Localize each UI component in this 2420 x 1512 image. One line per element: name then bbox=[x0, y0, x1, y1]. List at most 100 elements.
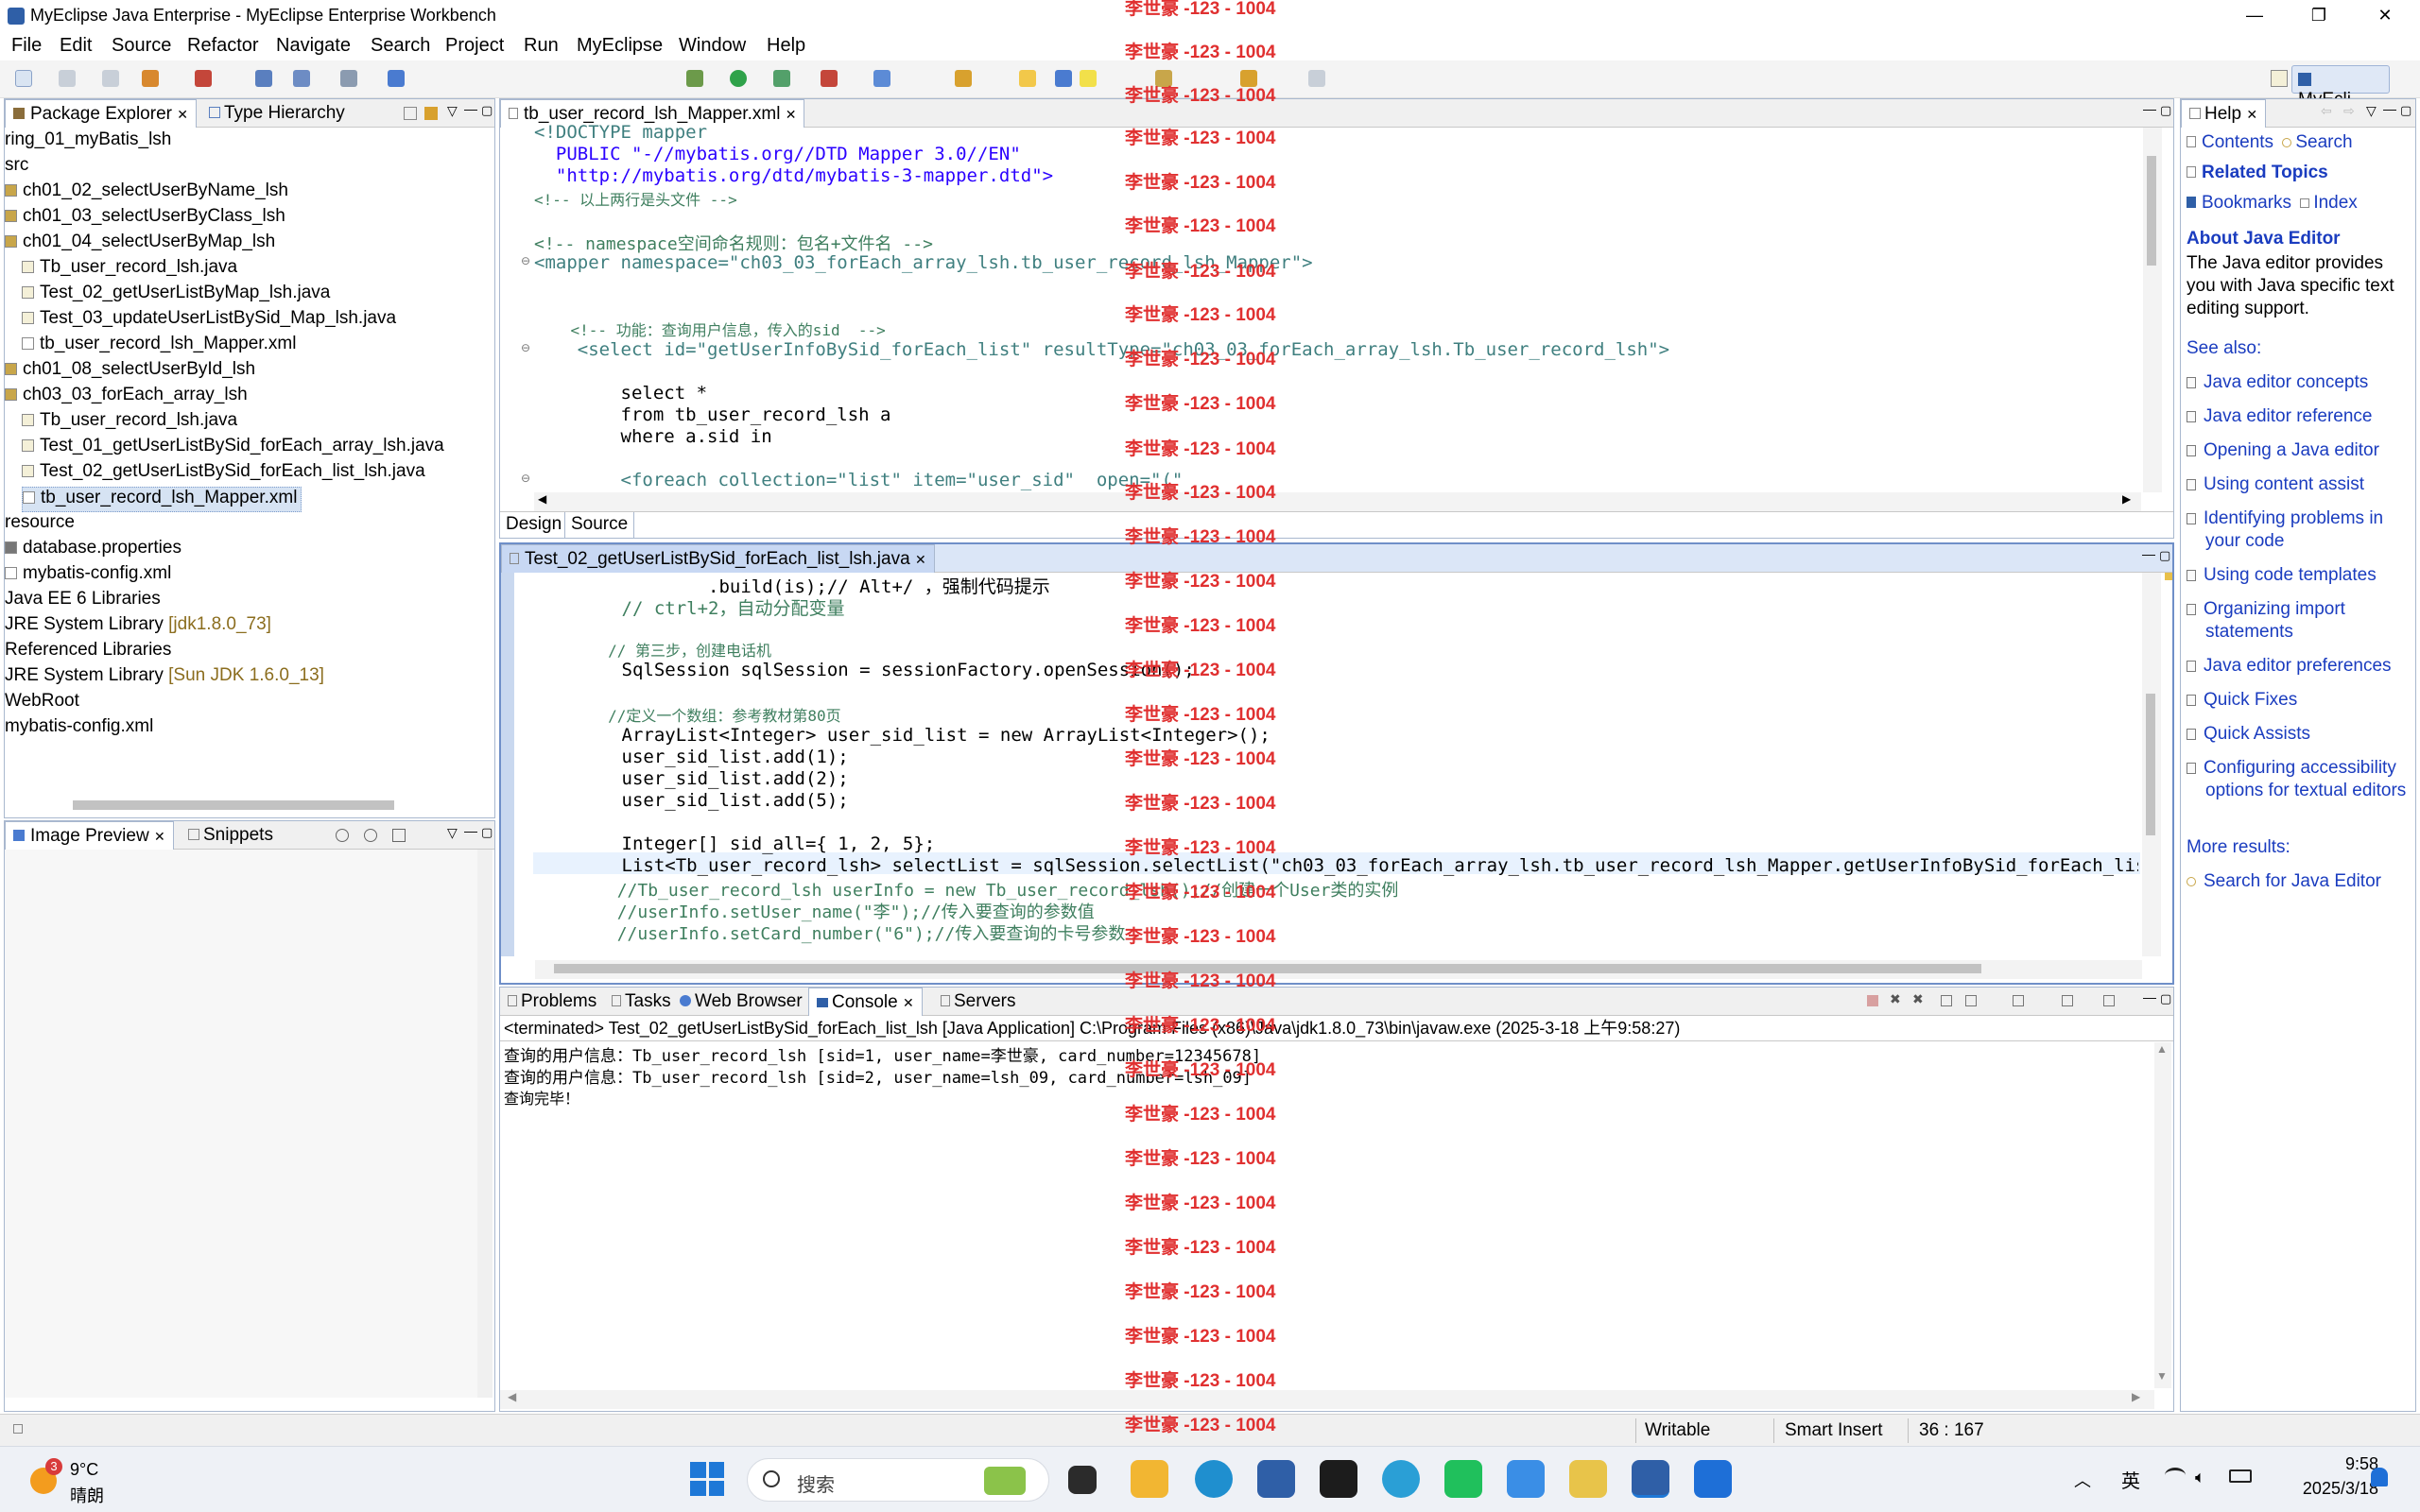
tree-java-file[interactable]: Tb_user_record_lsh.java bbox=[22, 257, 237, 283]
tree-package[interactable]: ch03_03_forEach_array_lsh bbox=[5, 385, 248, 410]
tree-file[interactable]: database.properties bbox=[5, 538, 182, 563]
scroll-down-icon[interactable]: ▼ bbox=[2156, 1369, 2168, 1383]
edge-icon[interactable] bbox=[1195, 1460, 1233, 1498]
run-external-icon[interactable] bbox=[773, 70, 790, 87]
display-console-icon[interactable] bbox=[2062, 995, 2073, 1006]
tree-xml-file[interactable]: mybatis-config.xml bbox=[5, 716, 153, 742]
tab-source[interactable]: Source bbox=[564, 512, 635, 539]
vertical-scrollbar[interactable] bbox=[2143, 128, 2162, 492]
tree-java-file[interactable]: Test_02_getUserListByMap_lsh.java bbox=[22, 283, 330, 308]
close-icon[interactable]: ✕ bbox=[177, 107, 188, 122]
volume-icon[interactable]: 🔈︎ bbox=[2195, 1468, 2205, 1487]
tab-image-preview[interactable]: Image Preview ✕ bbox=[5, 821, 174, 850]
scroll-thumb[interactable] bbox=[554, 964, 1981, 973]
tree-java-file[interactable]: Tb_user_record_lsh.java bbox=[22, 410, 237, 436]
tab-java-test[interactable]: Test_02_getUserListBySid_forEach_list_ls… bbox=[501, 544, 935, 573]
horizontal-scrollbar[interactable]: ◀ ▶ bbox=[534, 492, 2141, 511]
scroll-left-icon[interactable]: ◀ bbox=[508, 1390, 516, 1403]
new-icon[interactable] bbox=[15, 70, 32, 87]
scroll-up-icon[interactable]: ▲ bbox=[2156, 1042, 2168, 1056]
coverage-icon[interactable] bbox=[821, 70, 838, 87]
menu-source[interactable]: Source bbox=[112, 35, 171, 57]
help-link-item[interactable]: Using content assist bbox=[2187, 473, 2410, 496]
menu-file[interactable]: File bbox=[11, 35, 42, 57]
menu-refactor[interactable]: Refactor bbox=[187, 35, 259, 57]
horizontal-scrollbar[interactable]: ◀ ▶ bbox=[500, 1390, 2154, 1409]
view-menu-icon[interactable]: ▽ bbox=[447, 103, 458, 119]
horizontal-scrollbar[interactable] bbox=[535, 960, 2142, 979]
notification-bell-icon[interactable] bbox=[2371, 1468, 2388, 1486]
bookmarks-link[interactable]: Bookmarks bbox=[2202, 193, 2291, 213]
scroll-thumb[interactable] bbox=[2146, 694, 2155, 835]
remove-launch-icon[interactable]: ✖ bbox=[1890, 991, 1901, 1007]
menu-help[interactable]: Help bbox=[767, 35, 805, 57]
clear-console-icon[interactable] bbox=[1941, 995, 1952, 1006]
close-icon[interactable]: ✕ bbox=[915, 552, 926, 567]
tree-library[interactable]: JRE System Library [Sun JDK 1.6.0_13] bbox=[5, 665, 324, 691]
menu-edit[interactable]: Edit bbox=[60, 35, 92, 57]
clock-date[interactable]: 2025/3/18 bbox=[2278, 1479, 2378, 1499]
tree-project[interactable]: ring_01_myBatis_lsh bbox=[5, 129, 171, 155]
help-contents-link[interactable]: Contents bbox=[2202, 132, 2273, 152]
menu-search[interactable]: Search bbox=[371, 35, 430, 57]
search-for-link[interactable]: Search for Java Editor bbox=[2187, 870, 2381, 893]
help-link-item[interactable]: Java editor concepts bbox=[2187, 371, 2410, 394]
bookmark-icon[interactable] bbox=[293, 70, 310, 87]
fold-marker[interactable]: ⊖ bbox=[521, 472, 530, 485]
fold-marker[interactable]: ⊖ bbox=[521, 341, 530, 354]
view-menu-icon[interactable]: ▽ bbox=[447, 825, 458, 841]
new-console-icon[interactable] bbox=[2103, 995, 2115, 1006]
view-menu-icon[interactable]: ▽ bbox=[2366, 103, 2377, 119]
scroll-right-icon[interactable]: ▶ bbox=[2122, 492, 2131, 506]
tree-package[interactable]: ch01_04_selectUserByMap_lsh bbox=[5, 232, 275, 257]
collapse-all-icon[interactable] bbox=[404, 107, 417, 120]
battery-icon[interactable] bbox=[2229, 1469, 2252, 1483]
maximize-button[interactable]: ❐ bbox=[2286, 0, 2352, 32]
tree-java-file[interactable]: Test_03_updateUserListBySid_Map_lsh.java bbox=[22, 308, 396, 334]
edge-ai-icon[interactable] bbox=[1382, 1460, 1420, 1498]
close-icon[interactable]: ✕ bbox=[786, 107, 797, 122]
clock-time[interactable]: 9:58 bbox=[2322, 1454, 2378, 1474]
highlight-icon[interactable] bbox=[1080, 70, 1097, 87]
console-output[interactable]: 查询的用户信息：Tb_user_record_lsh [sid=1, user_… bbox=[504, 1042, 2111, 1383]
annotation-icon[interactable] bbox=[1055, 70, 1072, 87]
terminate-icon[interactable] bbox=[1867, 995, 1878, 1006]
back-icon[interactable] bbox=[1240, 70, 1257, 87]
minimize-view-icon[interactable]: — bbox=[464, 101, 477, 116]
help-link-item[interactable]: Organizing import statements bbox=[2187, 598, 2410, 644]
perspective-myeclipse[interactable]: MyEcli... bbox=[2291, 65, 2390, 110]
minimize-view-icon[interactable]: — bbox=[2383, 101, 2396, 116]
next-annotation-icon[interactable] bbox=[1155, 70, 1172, 87]
taskbar-search[interactable]: 搜索 bbox=[747, 1458, 1049, 1502]
tab-snippets[interactable]: Snippets bbox=[181, 821, 281, 850]
tree-library[interactable]: Referenced Libraries bbox=[5, 640, 171, 665]
minimize-view-icon[interactable]: — bbox=[2143, 101, 2156, 116]
forward-icon[interactable]: ⇨ bbox=[2343, 103, 2355, 119]
app-icon[interactable] bbox=[1320, 1460, 1357, 1498]
fold-marker[interactable]: ⊖ bbox=[521, 254, 530, 267]
menu-navigate[interactable]: Navigate bbox=[276, 35, 351, 57]
tab-help[interactable]: Help ✕ bbox=[2181, 99, 2267, 128]
task-view-icon[interactable] bbox=[1068, 1466, 1097, 1494]
tab-package-explorer[interactable]: Package Explorer ✕ bbox=[5, 99, 197, 128]
deploy-icon[interactable] bbox=[255, 70, 272, 87]
vertical-scrollbar[interactable]: ▲ ▼ bbox=[2154, 1042, 2171, 1388]
xml-code-area[interactable]: <!DOCTYPE mapper PUBLIC "-//mybatis.org/… bbox=[534, 122, 2132, 492]
help-link-item[interactable]: Using code templates bbox=[2187, 564, 2410, 587]
help-link-item[interactable]: Java editor reference bbox=[2187, 405, 2410, 428]
remove-all-icon[interactable]: ✖ bbox=[1912, 991, 1924, 1007]
start-button[interactable] bbox=[690, 1462, 724, 1496]
related-topics-link[interactable]: Related Topics bbox=[2202, 163, 2328, 182]
minimize-view-icon[interactable]: — bbox=[2143, 989, 2156, 1005]
tab-tasks[interactable]: Tasks bbox=[604, 988, 679, 1016]
search-tool-icon[interactable] bbox=[340, 70, 357, 87]
maximize-view-icon[interactable]: ▢ bbox=[2400, 103, 2411, 118]
minimize-button[interactable]: — bbox=[2221, 0, 2288, 32]
minimize-view-icon[interactable]: — bbox=[2142, 546, 2155, 561]
search-icon[interactable] bbox=[1019, 70, 1036, 87]
tree-java-file[interactable]: Test_02_getUserListBySid_forEach_list_ls… bbox=[22, 461, 425, 487]
zoom-out-icon[interactable] bbox=[364, 829, 377, 842]
security-icon[interactable] bbox=[1694, 1460, 1732, 1498]
tree-package[interactable]: ch01_02_selectUserByName_lsh bbox=[5, 180, 288, 206]
browser-icon[interactable] bbox=[388, 70, 405, 87]
